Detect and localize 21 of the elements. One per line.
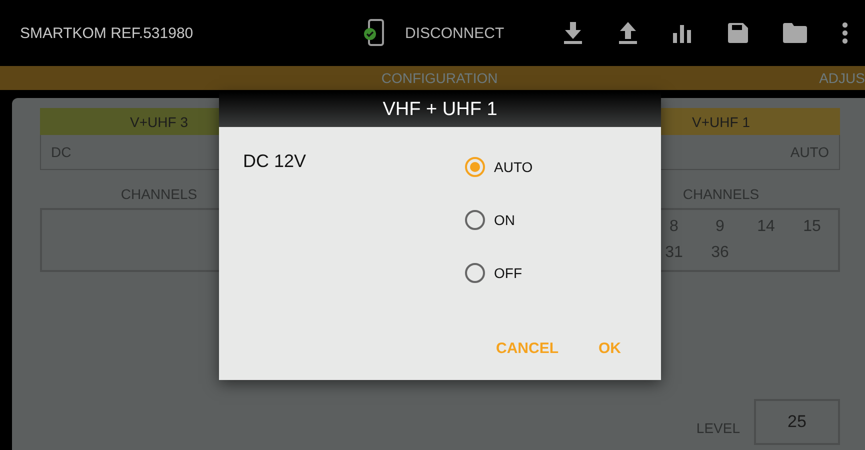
tab[interactable]: CONFIGURATION	[60, 70, 820, 86]
disconnect-button[interactable]: DISCONNECT	[405, 24, 504, 42]
upload-icon[interactable]	[618, 22, 638, 44]
more-icon[interactable]	[842, 22, 848, 44]
tab[interactable]: ADJUS	[819, 70, 865, 86]
radio-icon[interactable]	[464, 156, 486, 178]
radio-icon[interactable]	[464, 209, 486, 231]
dialog-button[interactable]: OK	[598, 340, 621, 357]
download-icon[interactable]	[563, 22, 583, 44]
radio-option[interactable]: ON	[464, 209, 533, 231]
radio-option[interactable]: OFF	[464, 262, 533, 284]
app-title: SMARTKOM REF.531980	[20, 24, 194, 42]
save-icon[interactable]	[728, 23, 748, 43]
dialog-title: VHF + UHF 1	[219, 92, 661, 127]
level-field[interactable]: 25	[754, 399, 840, 445]
phone-connected-icon[interactable]	[363, 19, 385, 47]
dialog-button[interactable]: CANCEL	[496, 340, 558, 357]
radio-option[interactable]: AUTO	[464, 156, 533, 178]
radio-icon[interactable]	[464, 262, 486, 284]
bar-chart-icon[interactable]	[673, 23, 693, 43]
folder-icon[interactable]	[783, 23, 807, 43]
